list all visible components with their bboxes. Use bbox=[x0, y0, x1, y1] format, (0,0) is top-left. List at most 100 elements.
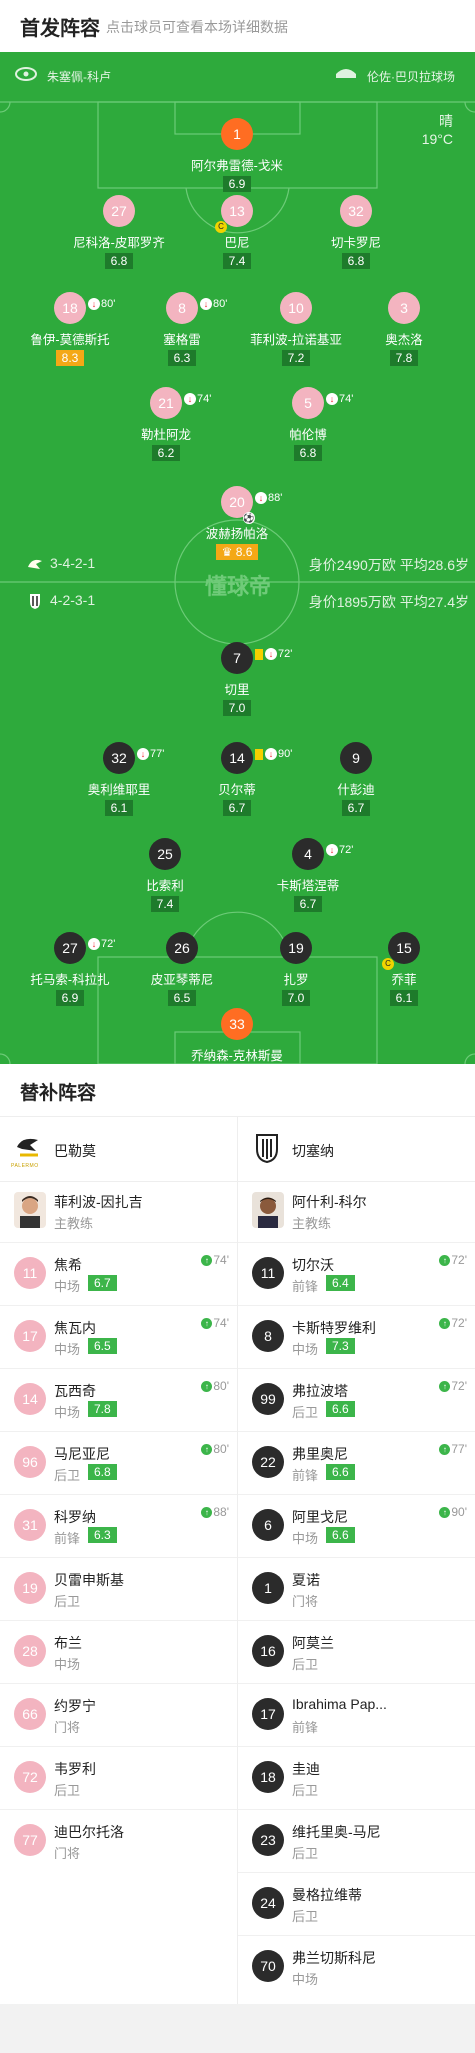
away-sub-row[interactable]: 6 阿里戈尼 中场 6.6 ↑ 90' bbox=[238, 1494, 475, 1558]
player-number-circle: 33 bbox=[221, 1008, 253, 1040]
sub-position: 前锋 bbox=[292, 1720, 319, 1735]
away-player[interactable]: 32 ↓ 77' 奥利维耶里 6.1 bbox=[64, 742, 174, 817]
away-sub-row[interactable]: 16 阿莫兰 后卫 bbox=[238, 1620, 475, 1684]
home-player[interactable]: 18 ↓ 80' 鲁伊-莫德斯托 8.3 bbox=[15, 292, 125, 367]
player-name: 塞格雷 bbox=[163, 333, 201, 347]
away-player[interactable]: 7 ↓ 72' 切里 7.0 bbox=[182, 642, 292, 717]
sub-rating: 6.6 bbox=[326, 1527, 355, 1543]
home-coach[interactable]: 菲利波-因扎吉 主教练 bbox=[0, 1180, 237, 1242]
home-team-header[interactable]: PALERMO 巴勒莫 bbox=[0, 1116, 237, 1182]
away-sub-row[interactable]: 11 切尔沃 前锋 6.4 ↑ 72' bbox=[238, 1242, 475, 1306]
cesena-logo-icon bbox=[256, 1134, 278, 1163]
player-rating: 6.8 bbox=[293, 445, 323, 461]
away-sub-row[interactable]: 99 弗拉波塔 后卫 6.6 ↑ 72' bbox=[238, 1368, 475, 1432]
player-name: 菲利波-拉诺基亚 bbox=[250, 333, 342, 347]
away-player[interactable]: 25 比索利 7.4 bbox=[110, 838, 220, 913]
sub-off-indicator: ↓ 80' bbox=[88, 288, 115, 320]
sub-in-icon: ↑ bbox=[439, 1507, 451, 1519]
home-player[interactable]: 10 菲利波-拉诺基亚 7.2 bbox=[241, 292, 351, 367]
sub-rating: 7.8 bbox=[88, 1401, 117, 1417]
home-sub-row[interactable]: 28 布兰 中场 bbox=[0, 1620, 237, 1684]
player-number-circle: 13 C bbox=[215, 195, 253, 233]
home-sub-row[interactable]: 77 迪巴尔托洛 门将 bbox=[0, 1809, 237, 1873]
sub-position: 后卫 bbox=[292, 1846, 319, 1861]
away-player[interactable]: 4 ↓ 72' 卡斯塔涅蒂 6.7 bbox=[253, 838, 363, 913]
player-number: 25 bbox=[157, 846, 173, 862]
player-name: 乔纳森-克林斯曼 bbox=[191, 1049, 283, 1063]
sub-position: 后卫 bbox=[292, 1657, 319, 1672]
player-name: 勒杜阿龙 bbox=[140, 428, 191, 442]
player-number-circle: 20 ⚽ ↓ 88' bbox=[221, 486, 282, 524]
away-player[interactable]: 27 ↓ 72' 托马索-科拉扎 6.9 bbox=[15, 932, 125, 1007]
player-rating: 6.3 bbox=[167, 350, 197, 366]
home-sub-row[interactable]: 96 马尼亚尼 后卫 6.8 ↑ 80' bbox=[0, 1431, 237, 1495]
sub-out-minute: 77' bbox=[150, 748, 165, 760]
player-rating-value: 7.2 bbox=[287, 351, 305, 365]
player-number: 1 bbox=[233, 126, 241, 142]
away-sub-row[interactable]: 24 曼格拉维蒂 后卫 bbox=[238, 1872, 475, 1936]
player-rating-value: 6.8 bbox=[110, 254, 128, 268]
home-player[interactable]: 20 ⚽ ↓ 88' 波赫扬帕洛 ♛ 8.6 bbox=[182, 486, 292, 561]
away-sub-row[interactable]: 22 弗里奥尼 前锋 6.6 ↑ 77' bbox=[238, 1431, 475, 1495]
player-rating: 6.5 bbox=[167, 990, 197, 1006]
sub-position: 中场 bbox=[292, 1972, 319, 1987]
lineup-title: 首发阵容 bbox=[20, 18, 100, 40]
home-player[interactable]: 27 尼科洛-皮耶罗齐 6.8 bbox=[64, 195, 174, 270]
away-sub-row[interactable]: 23 维托里奥-马尼 后卫 bbox=[238, 1809, 475, 1873]
home-sub-row[interactable]: 31 科罗纳 前锋 6.3 ↑ 88' bbox=[0, 1494, 237, 1558]
home-player[interactable]: 8 ↓ 80' 塞格雷 6.3 bbox=[127, 292, 237, 367]
player-number: 27 bbox=[62, 940, 78, 956]
sub-in-minute: 72' bbox=[451, 1253, 467, 1267]
player-name: 尼科洛-皮耶罗齐 bbox=[73, 236, 165, 250]
away-player[interactable]: 33乔纳森-克林斯曼6.9 bbox=[182, 1008, 292, 1064]
player-rating: 6.9 bbox=[222, 176, 252, 192]
away-coach[interactable]: 阿什利-科尔 主教练 bbox=[238, 1180, 475, 1242]
away-player[interactable]: 26 皮亚琴蒂尼 6.5 bbox=[127, 932, 237, 1007]
player-rating: 8.3 bbox=[55, 350, 85, 366]
home-player[interactable]: 32 切卡罗尼 6.8 bbox=[301, 195, 411, 270]
player-number: 9 bbox=[352, 750, 360, 766]
sub-out-minute: 80' bbox=[213, 298, 228, 310]
home-sub-row[interactable]: 66 约罗宁 门将 bbox=[0, 1683, 237, 1747]
away-team-header[interactable]: 切塞纳 bbox=[238, 1116, 475, 1182]
sub-position: 后卫 bbox=[54, 1594, 81, 1609]
player-rating-value: 8.3 bbox=[61, 351, 79, 365]
home-player[interactable]: 3 奥杰洛 7.8 bbox=[349, 292, 459, 367]
player-rating-value: 6.1 bbox=[395, 991, 413, 1005]
home-player[interactable]: 13 C 巴尼 7.4 bbox=[182, 195, 292, 270]
player-rating: 7.4 bbox=[222, 253, 252, 269]
away-player[interactable]: 15 C 乔菲 6.1 bbox=[349, 932, 459, 1007]
away-sub-row[interactable]: 17 Ibrahima Pap... 前锋 bbox=[238, 1683, 475, 1747]
home-sub-row[interactable]: 11 焦希 中场 6.7 ↑ 74' bbox=[0, 1242, 237, 1306]
away-sub-row[interactable]: 18 圭迪 后卫 bbox=[238, 1746, 475, 1810]
player-rating-value: 7.4 bbox=[156, 897, 174, 911]
away-sub-row[interactable]: 8 卡斯特罗维利 中场 7.3 ↑ 72' bbox=[238, 1305, 475, 1369]
sub-number-circle: 31 bbox=[14, 1509, 46, 1541]
player-number: 27 bbox=[111, 203, 127, 219]
home-sub-row[interactable]: 72 韦罗利 后卫 bbox=[0, 1746, 237, 1810]
player-number-circle: 32 bbox=[340, 195, 372, 227]
home-player[interactable]: 1 阿尔弗雷德-戈米 6.9 bbox=[182, 118, 292, 193]
home-sub-row[interactable]: 17 焦瓦内 中场 6.5 ↑ 74' bbox=[0, 1305, 237, 1369]
home-player[interactable]: 5 ↓ 74' 帕伦博 6.8 bbox=[253, 387, 363, 462]
sub-out-minute: 74' bbox=[197, 393, 212, 405]
home-player[interactable]: 21 ↓ 74' 勒杜阿龙 6.2 bbox=[111, 387, 221, 462]
sub-position: 后卫 bbox=[292, 1909, 319, 1924]
lineup-header: 首发阵容 点击球员可查看本场详细数据 bbox=[0, 0, 475, 52]
away-sub-row[interactable]: 1 夏诺 门将 bbox=[238, 1557, 475, 1621]
player-name: 扎罗 bbox=[283, 973, 309, 987]
player-name: 阿尔弗雷德-戈米 bbox=[191, 159, 283, 173]
away-sub-row[interactable]: 70 弗兰切斯科尼 中场 bbox=[238, 1935, 475, 1999]
home-sub-row[interactable]: 14 瓦西奇 中场 7.8 ↑ 80' bbox=[0, 1368, 237, 1432]
player-name: 帕伦博 bbox=[289, 428, 327, 442]
away-player[interactable]: 14 ↓ 90' 贝尔蒂 6.7 bbox=[182, 742, 292, 817]
away-player[interactable]: 19 扎罗 7.0 bbox=[241, 932, 351, 1007]
yellow-card-icon bbox=[255, 648, 263, 660]
home-sub-row[interactable]: 19 贝雷申斯基 后卫 bbox=[0, 1557, 237, 1621]
lineup-subtitle: 点击球员可查看本场详细数据 bbox=[106, 19, 288, 35]
palermo-logo-icon bbox=[17, 1138, 38, 1157]
away-player[interactable]: 9 什彭迪 6.7 bbox=[301, 742, 411, 817]
away-subs-column: 切塞纳 阿什利-科尔 主教练 11 切尔沃 前锋 6.4 ↑ 72' 8 卡斯特罗维利 中场 7.… bbox=[238, 1116, 475, 2004]
player-name: 托马索-科拉扎 bbox=[30, 973, 110, 987]
sub-position: 中场 bbox=[54, 1279, 81, 1294]
